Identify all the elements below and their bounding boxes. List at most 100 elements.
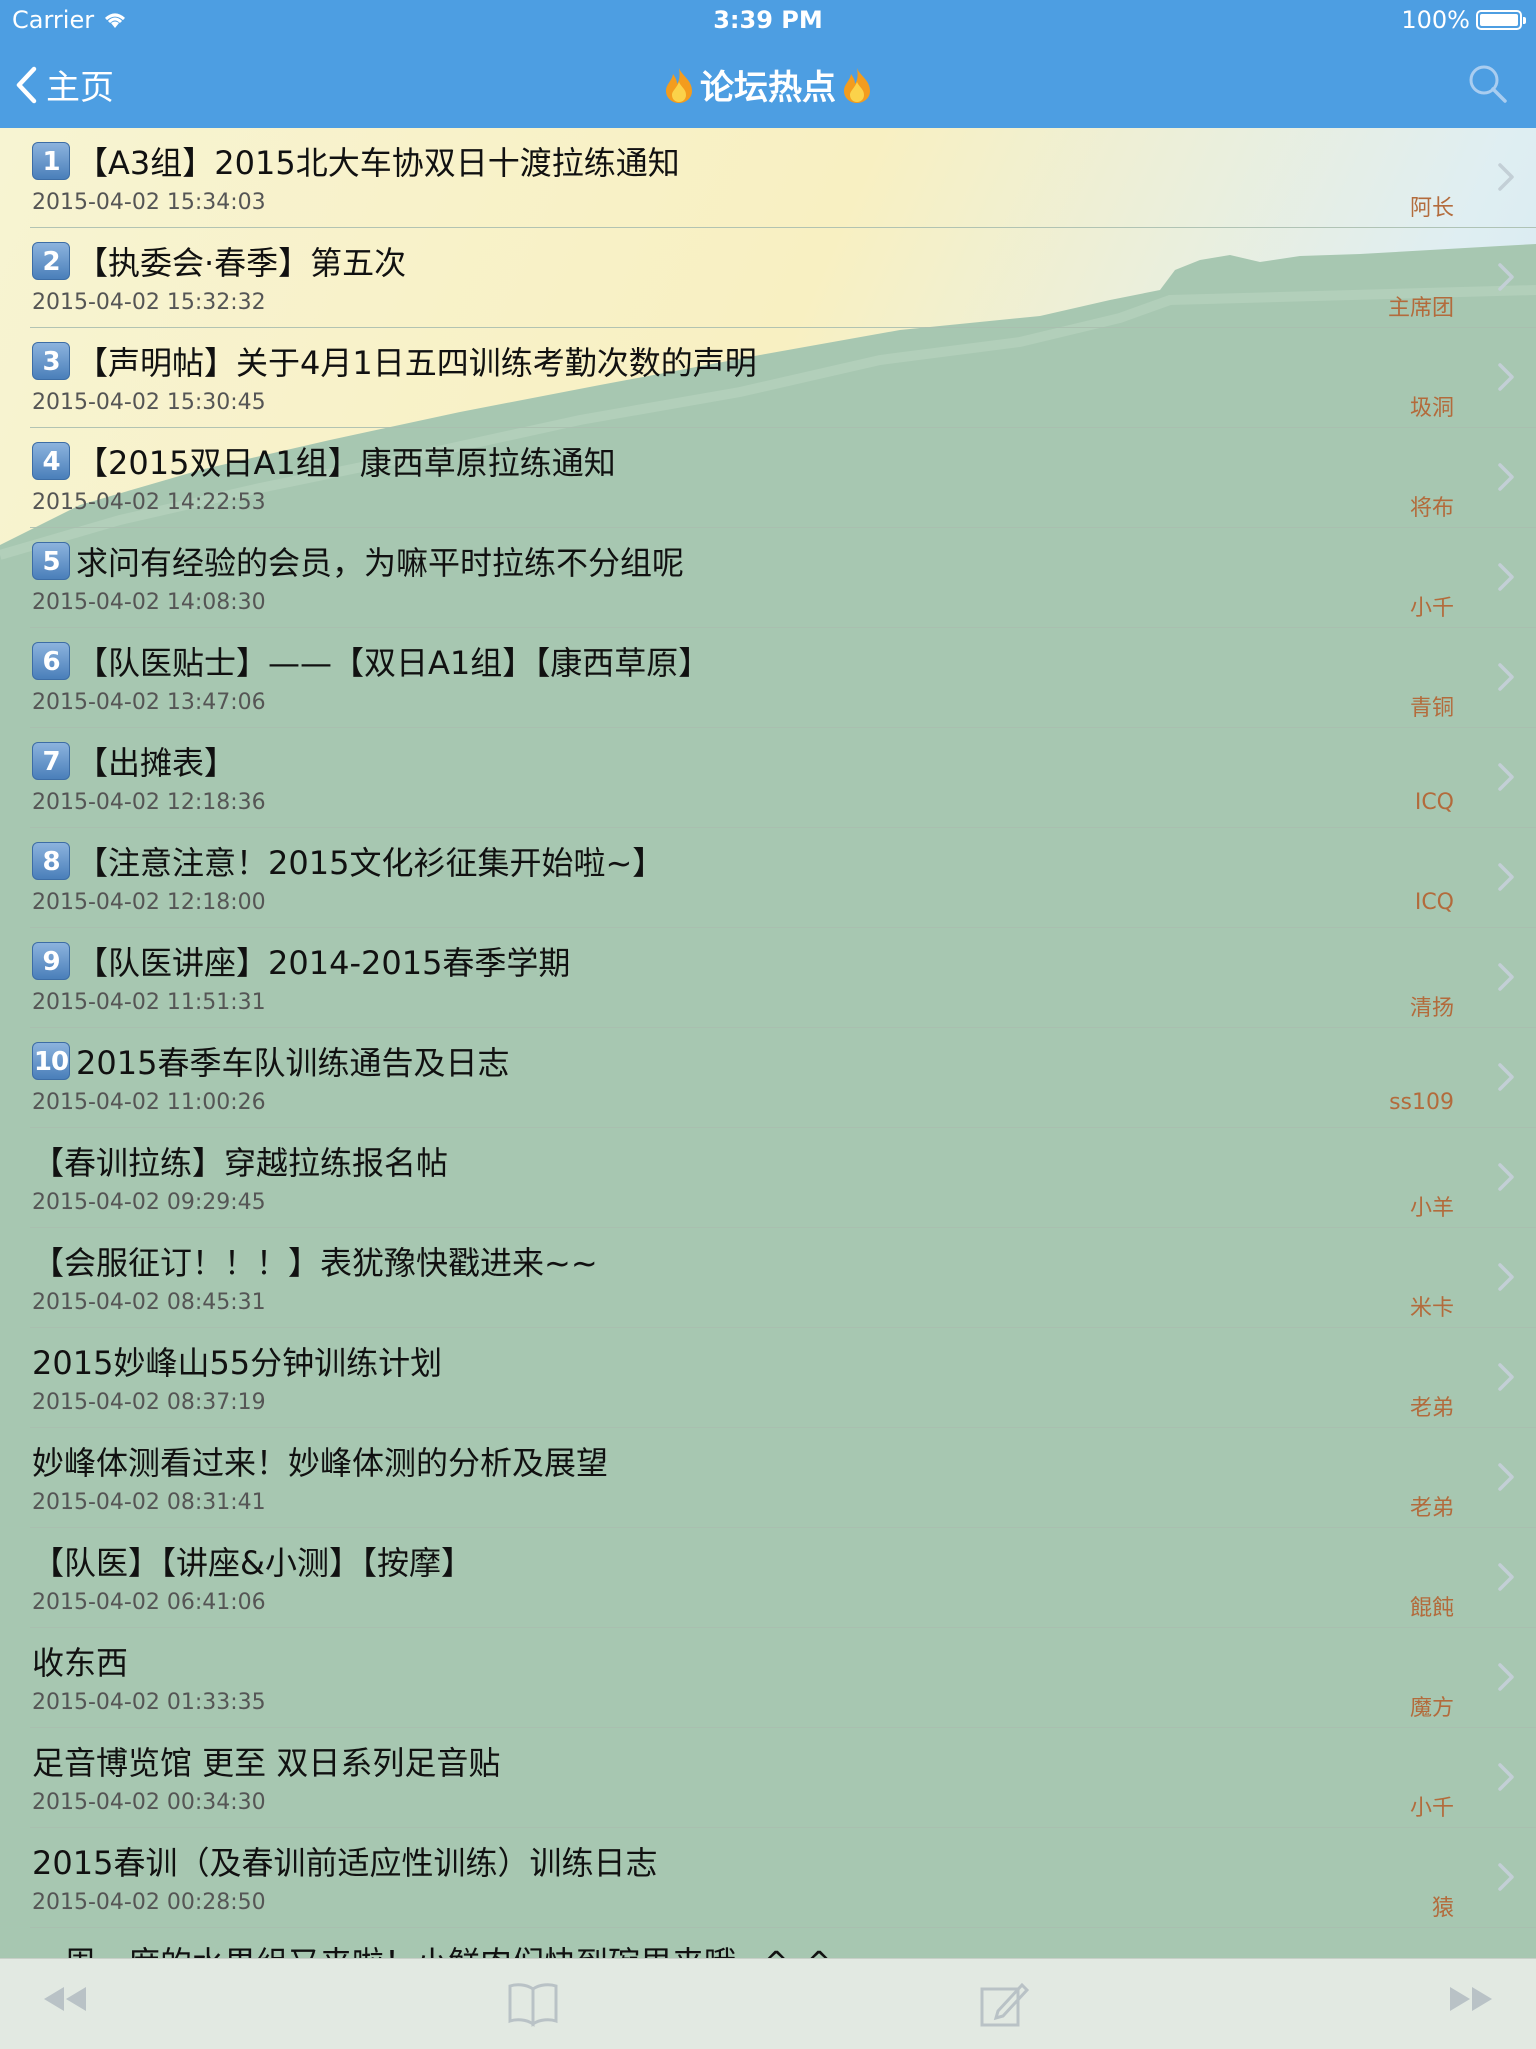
thread-author: 清扬 (1409, 996, 1454, 1021)
thread-author: 猿 (1431, 1896, 1454, 1921)
thread-title-line: 3 【声明帖】关于4月1日五四训练考勤次数的声明 (32, 338, 757, 384)
fire-icon (666, 67, 692, 103)
rank-badge: 5 (32, 542, 70, 580)
thread-title: 2015春训（及春训前适应性训练）训练日志 (32, 1844, 658, 1882)
thread-row[interactable]: 2015妙峰山55分钟训练计划 2015-04-02 08:37:19 老弟 (30, 1328, 1536, 1428)
thread-row[interactable]: 一周一度的水果组又来啦！小鲜肉们快到碗里来哦~^_^ (30, 1928, 1536, 1958)
thread-title: 【队医讲座】2014-2015春季学期 (76, 944, 571, 982)
battery-icon (1476, 10, 1526, 30)
search-icon[interactable] (1466, 62, 1510, 106)
chevron-right-icon (1498, 1263, 1514, 1291)
thread-row[interactable]: 【队医】【讲座&小测】【按摩】 2015-04-02 06:41:06 餛飩 (30, 1528, 1536, 1628)
thread-title-line: 【会服征订！！！】表犹豫快戳进来~~ (32, 1238, 598, 1284)
thread-row[interactable]: 妙峰体测看过来！妙峰体测的分析及展望 2015-04-02 08:31:41 老弟 (30, 1428, 1536, 1528)
thread-date: 2015-04-02 13:47:06 (32, 690, 266, 715)
thread-row[interactable]: 【会服征订！！！】表犹豫快戳进来~~ 2015-04-02 08:45:31 米卡 (30, 1228, 1536, 1328)
chevron-right-icon (1498, 1463, 1514, 1491)
thread-title-line: 6 【队医贴士】——【双日A1组】【康西草原】 (32, 638, 710, 684)
thread-row[interactable]: 收东西 2015-04-02 01:33:35 魔方 (30, 1628, 1536, 1728)
thread-row[interactable]: 8 【注意注意！2015文化衫征集开始啦~】 2015-04-02 12:18:00… (30, 828, 1536, 928)
thread-title: 求问有经验的会员，为嘛平时拉练不分组呢 (76, 544, 685, 582)
thread-author: ICQ (1414, 890, 1454, 915)
thread-date: 2015-04-02 12:18:36 (32, 790, 266, 815)
thread-title: 2015春季车队训练通告及日志 (76, 1044, 510, 1082)
rank-badge: 8 (32, 842, 70, 880)
rank-badge: 10 (32, 1042, 70, 1080)
thread-row[interactable]: 1 【A3组】2015北大车协双日十渡拉练通知 2015-04-02 15:34:0… (30, 128, 1536, 228)
thread-author: 魔方 (1409, 1696, 1454, 1721)
thread-date: 2015-04-02 01:33:35 (32, 1690, 266, 1715)
chevron-right-icon (1498, 1663, 1514, 1691)
thread-title: 【队医贴士】——【双日A1组】【康西草原】 (76, 644, 711, 682)
thread-title-line: 【队医】【讲座&小测】【按摩】 (32, 1538, 473, 1584)
thread-date: 2015-04-02 15:30:45 (32, 390, 266, 415)
chevron-right-icon (1498, 1563, 1514, 1591)
thread-date: 2015-04-02 08:31:41 (32, 1490, 266, 1515)
thread-row[interactable]: 6 【队医贴士】——【双日A1组】【康西草原】 2015-04-02 13:47:0… (30, 628, 1536, 728)
chevron-right-icon (1498, 563, 1514, 591)
thread-row[interactable]: 9 【队医讲座】2014-2015春季学期 2015-04-02 11:51:31 清… (30, 928, 1536, 1028)
thread-row[interactable]: 2015春训（及春训前适应性训练）训练日志 2015-04-02 00:28:50… (30, 1828, 1536, 1928)
chevron-right-icon (1498, 1863, 1514, 1891)
thread-row[interactable]: 10 2015春季车队训练通告及日志 2015-04-02 11:00:26 ss10… (30, 1028, 1536, 1128)
thread-row[interactable]: 7 【出摊表】 2015-04-02 12:18:36 ICQ (30, 728, 1536, 828)
chevron-right-icon (1498, 1163, 1514, 1191)
fire-icon (844, 67, 870, 103)
book-icon[interactable] (506, 1979, 560, 2029)
thread-author: 餛飩 (1409, 1596, 1454, 1621)
thread-author: 将布 (1409, 496, 1454, 521)
thread-title: 【注意注意！2015文化衫征集开始啦~】 (76, 844, 665, 882)
rank-badge: 9 (32, 942, 70, 980)
thread-title: 【出摊表】 (76, 744, 237, 782)
rank-badge: 3 (32, 342, 70, 380)
battery-percent: 100% (1401, 6, 1470, 34)
status-time: 3:39 PM (713, 6, 823, 34)
chevron-right-icon (1498, 363, 1514, 391)
thread-author: 圾洞 (1409, 396, 1454, 421)
thread-row[interactable]: 【春训拉练】穿越拉练报名帖 2015-04-02 09:29:45 小羊 (30, 1128, 1536, 1228)
thread-row[interactable]: 足音博览馆 更至 双日系列足音贴 2015-04-02 00:34:30 小千 (30, 1728, 1536, 1828)
thread-row[interactable]: 2 【执委会·春季】第五次 2015-04-02 15:32:32 主席团 (30, 228, 1536, 328)
rank-badge: 6 (32, 642, 70, 680)
thread-author: 米卡 (1409, 1296, 1454, 1321)
thread-title: 【会服征订！！！】表犹豫快戳进来~~ (32, 1244, 598, 1282)
chevron-right-icon (1498, 863, 1514, 891)
compose-icon[interactable] (978, 1979, 1030, 2029)
thread-title: 【执委会·春季】第五次 (76, 244, 407, 282)
thread-date: 2015-04-02 11:00:26 (32, 1090, 266, 1115)
chevron-right-icon (1498, 1363, 1514, 1391)
page-title-text: 论坛热点 (700, 68, 836, 108)
thread-title: 【声明帖】关于4月1日五四训练考勤次数的声明 (76, 344, 757, 382)
thread-row[interactable]: 4 【2015双日A1组】康西草原拉练通知 2015-04-02 14:22:53 将… (30, 428, 1536, 528)
thread-author: 老弟 (1409, 1396, 1454, 1421)
fast-forward-icon[interactable] (1446, 1979, 1496, 2019)
thread-title-line: 10 2015春季车队训练通告及日志 (32, 1038, 509, 1084)
thread-date: 2015-04-02 09:29:45 (32, 1190, 266, 1215)
thread-title-line: 2 【执委会·春季】第五次 (32, 238, 406, 284)
thread-date: 2015-04-02 08:45:31 (32, 1290, 266, 1315)
thread-title-line: 足音博览馆 更至 双日系列足音贴 (32, 1738, 500, 1784)
thread-title-line: 4 【2015双日A1组】康西草原拉练通知 (32, 438, 616, 484)
thread-row[interactable]: 5 求问有经验的会员，为嘛平时拉练不分组呢 2015-04-02 14:08:30 小… (30, 528, 1536, 628)
thread-title: 2015妙峰山55分钟训练计划 (32, 1344, 443, 1382)
thread-title-line: 9 【队医讲座】2014-2015春季学期 (32, 938, 570, 984)
thread-date: 2015-04-02 11:51:31 (32, 990, 266, 1015)
thread-author: 小羊 (1409, 1196, 1454, 1221)
thread-date: 2015-04-02 15:34:03 (32, 190, 266, 215)
thread-author: 小千 (1409, 596, 1454, 621)
thread-author: ICQ (1414, 790, 1454, 815)
thread-row[interactable]: 3 【声明帖】关于4月1日五四训练考勤次数的声明 2015-04-02 15:30:… (30, 328, 1536, 428)
thread-author: 主席团 (1387, 296, 1454, 321)
chevron-right-icon (1498, 1063, 1514, 1091)
thread-title: 一周一度的水果组又来啦！小鲜肉们快到碗里来哦~^_^ (32, 1938, 832, 1958)
thread-author: 小千 (1409, 1796, 1454, 1821)
thread-title-line: 1 【A3组】2015北大车协双日十渡拉练通知 (32, 138, 680, 184)
rewind-icon[interactable] (40, 1979, 90, 2019)
thread-date: 2015-04-02 00:28:50 (32, 1890, 266, 1915)
status-bar: Carrier 3:39 PM 100% (0, 0, 1536, 40)
chevron-right-icon (1498, 963, 1514, 991)
thread-list: 1 【A3组】2015北大车协双日十渡拉练通知 2015-04-02 15:34:0… (0, 128, 1536, 1958)
thread-title: 【A3组】2015北大车协双日十渡拉练通知 (76, 144, 680, 182)
page-title: 论坛热点 (0, 60, 1536, 109)
thread-title-line: 一周一度的水果组又来啦！小鲜肉们快到碗里来哦~^_^ (32, 1938, 832, 1958)
